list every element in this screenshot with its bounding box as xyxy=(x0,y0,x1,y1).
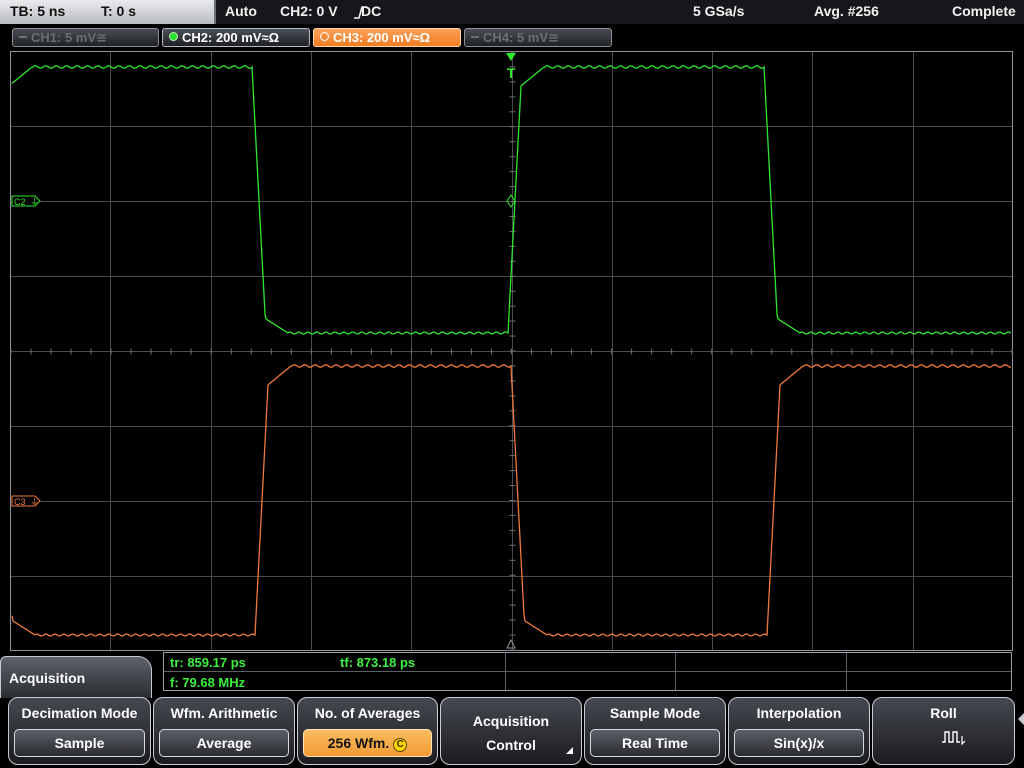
acquisition-control-softkey[interactable]: Acquisition Control xyxy=(440,697,582,765)
sample-rate: 5 GSa/s xyxy=(693,3,745,19)
waveform-arithmetic-softkey[interactable]: Wfm. Arithmetic Average xyxy=(153,697,295,765)
status-bar: TB: 5 ns T: 0 s Auto CH2: 0 V DC 5 GSa/s… xyxy=(0,0,1024,24)
menu-scroll-arrow-icon[interactable] xyxy=(1018,713,1024,725)
trigger-time-label[interactable]: T: 0 s xyxy=(101,3,136,19)
menu-title-acquisition: Acquisition xyxy=(0,656,152,698)
trigger-mode[interactable]: Auto xyxy=(225,3,257,19)
channel-off-icon xyxy=(19,36,27,38)
submenu-arrow-icon xyxy=(566,747,573,754)
divider xyxy=(164,671,1011,672)
ch2-offset-marker[interactable]: C2 ⏚ xyxy=(11,195,41,208)
trigger-source[interactable]: CH2: 0 V xyxy=(280,3,338,19)
ch2-marker-label: C2 xyxy=(14,197,26,207)
channel-tab-ch3[interactable]: CH3: 200 mV≈Ω xyxy=(313,28,461,47)
softkey-title: Sample Mode xyxy=(609,705,701,721)
softkey-title: Decimation Mode xyxy=(21,705,138,721)
decimation-mode-softkey[interactable]: Decimation Mode Sample xyxy=(8,697,151,765)
rise-time-result: tr: 859.17 ps xyxy=(170,655,246,670)
ch4-coupling: ≅ xyxy=(548,30,559,45)
ch2-label: CH2: 200 mV xyxy=(182,30,262,45)
roll-waveform-icon xyxy=(942,731,966,746)
softkey-title: Interpolation xyxy=(756,705,842,721)
sample-mode-softkey[interactable]: Sample Mode Real Time xyxy=(584,697,726,765)
menu-title: Acquisition xyxy=(9,670,86,686)
acquisition-status: Auto CH2: 0 V DC 5 GSa/s Avg. #256 Compl… xyxy=(216,0,1024,24)
ground-icon: ⏚ xyxy=(30,197,39,208)
ground-icon: ⏚ xyxy=(30,497,39,508)
ch3-offset-marker[interactable]: C3 ⏚ xyxy=(11,495,41,508)
softkey-title: No. of Averages xyxy=(314,705,421,721)
knob-icon: C xyxy=(393,738,408,752)
ch4-label: CH4: 5 mV xyxy=(483,30,549,45)
sample-mode-value[interactable]: Real Time xyxy=(590,729,720,757)
number-of-averages-softkey[interactable]: No. of Averages 256 Wfm. C xyxy=(297,697,438,765)
timebase-box[interactable]: TB: 5 ns T: 0 s xyxy=(0,0,216,24)
average-count: Avg. #256 xyxy=(814,3,879,19)
decimation-mode-value[interactable]: Sample xyxy=(14,729,145,757)
ch1-label: CH1: 5 mV xyxy=(31,30,97,45)
trigger-marker-label: T xyxy=(507,65,516,81)
interpolation-value[interactable]: Sin(x)/x xyxy=(734,729,864,757)
waveform-arithmetic-value[interactable]: Average xyxy=(159,729,289,757)
frequency-result: f: 79.68 MHz xyxy=(170,675,246,690)
ch3-label: CH3: 200 mV xyxy=(333,30,413,45)
channel-off-icon xyxy=(471,36,479,38)
softkey-line2: Control xyxy=(486,737,536,753)
waveform-display[interactable]: T C2 ⏚ C3 ⏚ xyxy=(10,51,1013,651)
ch2-coupling: ≈Ω xyxy=(261,30,280,45)
channel-on-icon xyxy=(169,32,178,41)
acquisition-complete: Complete xyxy=(952,3,1016,19)
fall-time-result: tf: 873.18 ps xyxy=(340,655,416,670)
channel-tab-ch1[interactable]: CH1: 5 mV≅ xyxy=(12,28,159,47)
channel-selected-icon xyxy=(320,32,329,41)
timebase-label[interactable]: TB: 5 ns xyxy=(10,3,65,19)
ch3-marker-label: C3 xyxy=(14,497,26,507)
measurement-results: tr: 859.17 ps tf: 873.18 ps f: 79.68 MHz xyxy=(163,652,1012,691)
roll-softkey[interactable]: Roll xyxy=(872,697,1015,765)
interpolation-softkey[interactable]: Interpolation Sin(x)/x xyxy=(728,697,870,765)
softkey-line1: Acquisition xyxy=(472,713,550,729)
ch1-coupling: ≅ xyxy=(96,30,107,45)
averages-value-field[interactable]: 256 Wfm. C xyxy=(303,729,432,757)
averages-value: 256 Wfm. xyxy=(327,735,390,751)
softkey-title: Wfm. Arithmetic xyxy=(170,705,278,721)
channel-tab-ch4[interactable]: CH4: 5 mV≅ xyxy=(464,28,612,47)
softkey-title: Roll xyxy=(930,705,957,721)
channel-tab-ch2[interactable]: CH2: 200 mV≈Ω xyxy=(162,28,310,47)
coupling[interactable]: DC xyxy=(361,3,381,19)
ch3-coupling: ≈Ω xyxy=(412,30,431,45)
